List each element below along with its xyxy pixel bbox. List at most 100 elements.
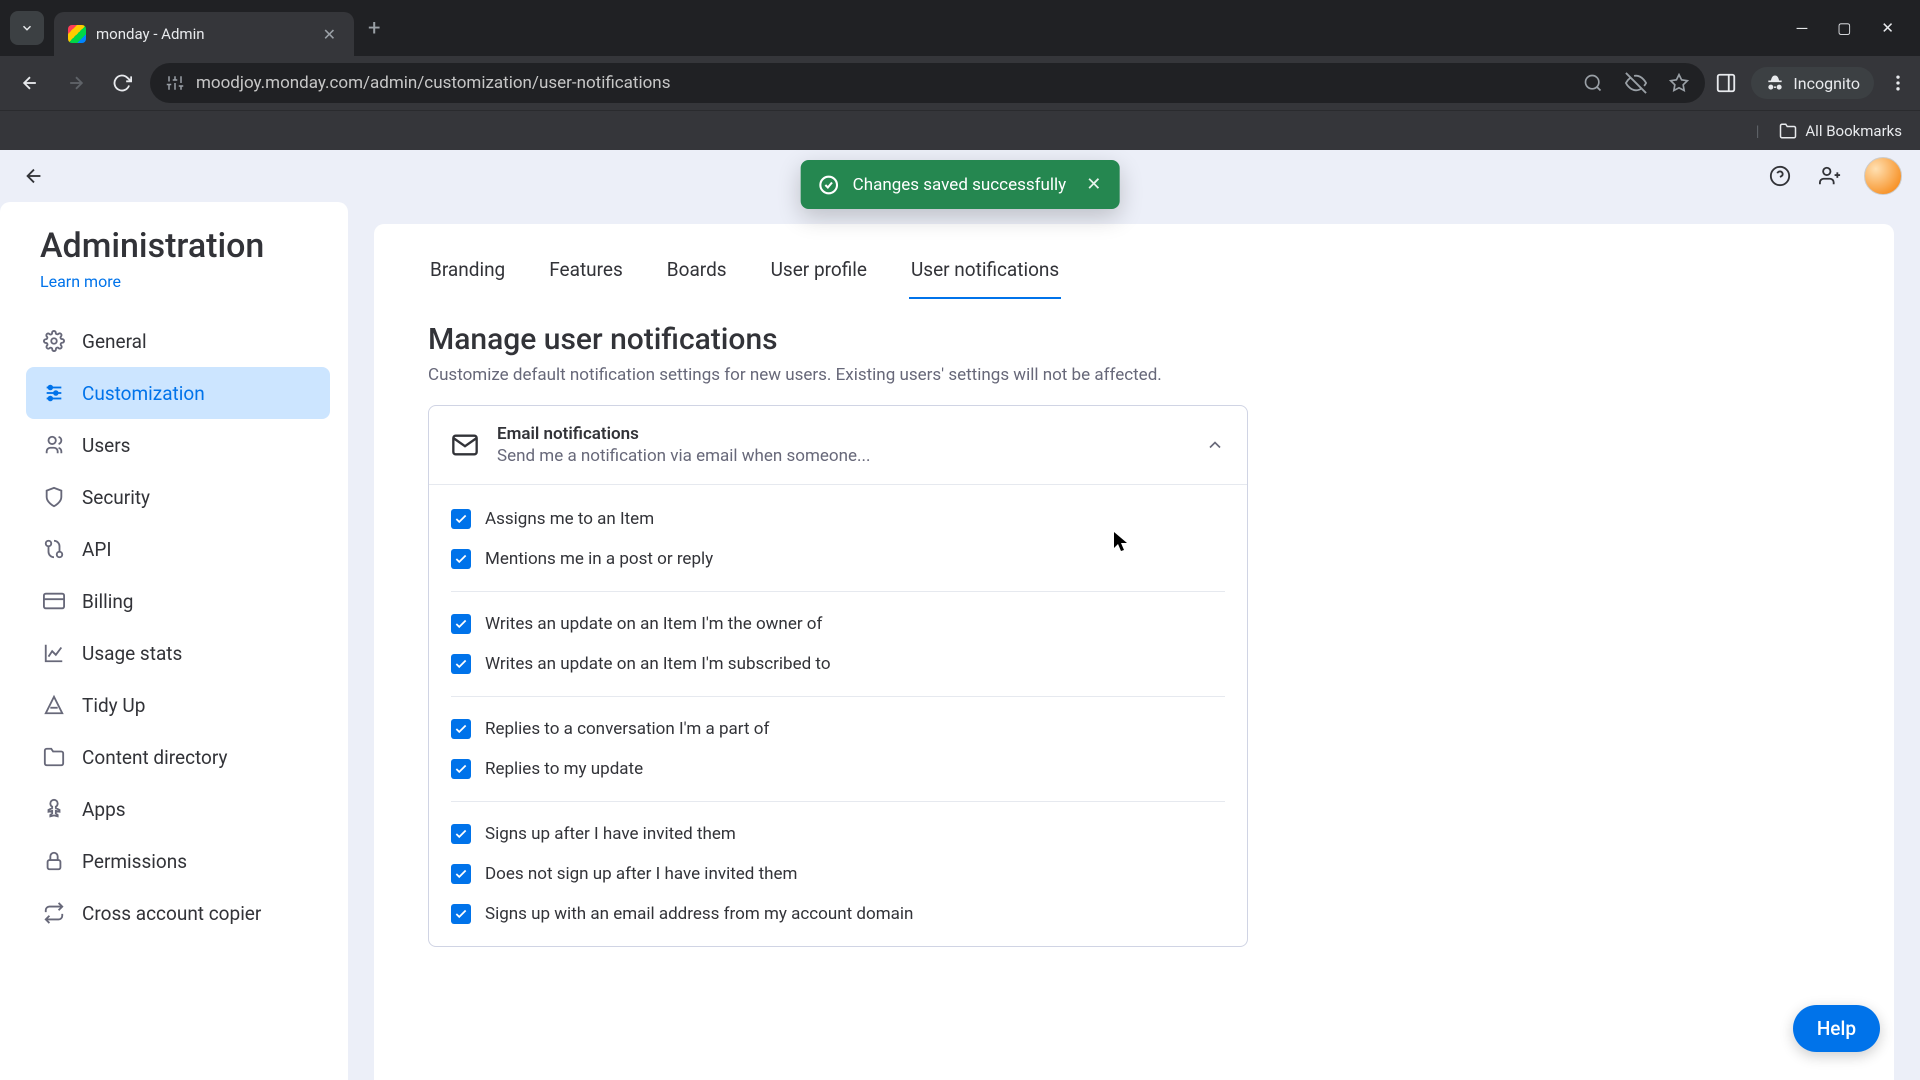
app-viewport: Changes saved successfully ✕ Administrat… bbox=[0, 150, 1920, 1080]
sidebar-item-apps[interactable]: Apps bbox=[26, 783, 330, 835]
browser-menu-icon[interactable] bbox=[1888, 73, 1908, 93]
close-window-button[interactable]: ✕ bbox=[1881, 19, 1894, 37]
group-divider bbox=[451, 696, 1225, 697]
arrow-left-icon bbox=[23, 165, 45, 187]
sidebar-item-customization[interactable]: Customization bbox=[26, 367, 330, 419]
shield-icon bbox=[42, 485, 66, 509]
checkbox-label: Signs up with an email address from my a… bbox=[485, 904, 913, 924]
all-bookmarks-button[interactable]: All Bookmarks bbox=[1805, 122, 1902, 140]
learn-more-link[interactable]: Learn more bbox=[0, 266, 348, 309]
checkbox-row: Mentions me in a post or reply bbox=[451, 539, 1225, 579]
eye-off-icon[interactable] bbox=[1625, 72, 1647, 94]
question-icon bbox=[1769, 165, 1791, 187]
star-icon[interactable] bbox=[1669, 73, 1689, 93]
tab-boards[interactable]: Boards bbox=[665, 248, 729, 299]
sidebar-item-label: Content directory bbox=[82, 746, 228, 769]
tab-features[interactable]: Features bbox=[547, 248, 625, 299]
checkbox[interactable] bbox=[451, 719, 471, 739]
checkbox[interactable] bbox=[451, 654, 471, 674]
checkbox-label: Replies to my update bbox=[485, 759, 643, 779]
avatar[interactable] bbox=[1864, 157, 1902, 195]
new-tab-button[interactable]: + bbox=[368, 16, 380, 41]
check-circle-icon bbox=[819, 175, 839, 195]
sidebar-item-label: Tidy Up bbox=[82, 694, 145, 717]
side-panel-icon[interactable] bbox=[1715, 72, 1737, 94]
checkbox[interactable] bbox=[451, 614, 471, 634]
swap-icon bbox=[42, 901, 66, 925]
folder-icon bbox=[1779, 122, 1797, 140]
checkbox-label: Writes an update on an Item I'm the owne… bbox=[485, 614, 822, 634]
sidebar-item-tidy-up[interactable]: Tidy Up bbox=[26, 679, 330, 731]
sidebar-item-api[interactable]: API bbox=[26, 523, 330, 575]
address-bar[interactable]: moodjoy.monday.com/admin/customization/u… bbox=[150, 63, 1705, 103]
gear-icon bbox=[42, 329, 66, 353]
checkbox[interactable] bbox=[451, 759, 471, 779]
sliders-icon bbox=[42, 381, 66, 405]
invite-icon-button[interactable] bbox=[1814, 160, 1846, 192]
forward-button[interactable] bbox=[58, 65, 94, 101]
user-plus-icon bbox=[1819, 165, 1841, 187]
sidebar-item-content-directory[interactable]: Content directory bbox=[26, 731, 330, 783]
sidebar-item-cross-account-copier[interactable]: Cross account copier bbox=[26, 887, 330, 939]
minimize-button[interactable]: ─ bbox=[1797, 19, 1808, 37]
favicon-icon bbox=[68, 25, 86, 43]
checkbox[interactable] bbox=[451, 549, 471, 569]
sidebar-item-billing[interactable]: Billing bbox=[26, 575, 330, 627]
chevron-down-icon bbox=[20, 21, 34, 35]
checkbox-row: Writes an update on an Item I'm subscrib… bbox=[451, 644, 1225, 684]
maximize-button[interactable]: ▢ bbox=[1837, 19, 1851, 37]
sidebar-title: Administration bbox=[0, 226, 348, 266]
browser-tab[interactable]: monday - Admin ✕ bbox=[54, 12, 354, 56]
tab-title: monday - Admin bbox=[96, 25, 319, 43]
help-icon-button[interactable] bbox=[1764, 160, 1796, 192]
broom-icon bbox=[42, 693, 66, 717]
browser-toolbar: moodjoy.monday.com/admin/customization/u… bbox=[0, 56, 1920, 110]
browser-tab-strip: monday - Admin ✕ + ─ ▢ ✕ bbox=[0, 0, 1920, 56]
incognito-indicator[interactable]: Incognito bbox=[1751, 67, 1874, 99]
checkbox-label: Does not sign up after I have invited th… bbox=[485, 864, 797, 884]
users-icon bbox=[42, 433, 66, 457]
tab-bar: Branding Features Boards User profile User n… bbox=[374, 224, 1894, 300]
card-header[interactable]: Email notifications Send me a notificati… bbox=[429, 406, 1247, 484]
checkbox[interactable] bbox=[451, 864, 471, 884]
tab-user-profile[interactable]: User profile bbox=[769, 248, 869, 299]
mail-icon bbox=[451, 431, 479, 459]
sidebar-item-label: Apps bbox=[82, 798, 126, 821]
sidebar-item-label: Usage stats bbox=[82, 642, 182, 665]
reload-button[interactable] bbox=[104, 65, 140, 101]
site-settings-icon bbox=[166, 74, 184, 92]
card-icon bbox=[42, 589, 66, 613]
sidebar-item-general[interactable]: General bbox=[26, 315, 330, 367]
sidebar-item-label: General bbox=[82, 330, 147, 353]
tab-close-button[interactable]: ✕ bbox=[319, 23, 340, 46]
tab-branding[interactable]: Branding bbox=[428, 248, 507, 299]
toast-close-button[interactable]: ✕ bbox=[1086, 174, 1101, 195]
checkbox-label: Mentions me in a post or reply bbox=[485, 549, 713, 569]
reload-icon bbox=[112, 73, 132, 93]
incognito-label: Incognito bbox=[1793, 74, 1860, 93]
checkbox[interactable] bbox=[451, 824, 471, 844]
back-button[interactable] bbox=[12, 65, 48, 101]
chart-icon bbox=[42, 641, 66, 665]
app-back-button[interactable] bbox=[18, 160, 50, 192]
sidebar: Administration Learn more General Customi… bbox=[0, 202, 348, 1080]
tab-search-button[interactable] bbox=[10, 11, 44, 45]
section-subtitle: Customize default notification settings … bbox=[374, 365, 1894, 405]
checkbox-row: Assigns me to an Item bbox=[451, 499, 1225, 539]
sidebar-item-security[interactable]: Security bbox=[26, 471, 330, 523]
sidebar-item-usage-stats[interactable]: Usage stats bbox=[26, 627, 330, 679]
checkbox-row: Replies to my update bbox=[451, 749, 1225, 789]
checkbox[interactable] bbox=[451, 904, 471, 924]
checkbox-label: Writes an update on an Item I'm subscrib… bbox=[485, 654, 831, 674]
group-divider bbox=[451, 801, 1225, 802]
checkbox-row: Signs up after I have invited them bbox=[451, 814, 1225, 854]
sidebar-item-permissions[interactable]: Permissions bbox=[26, 835, 330, 887]
card-title: Email notifications bbox=[497, 424, 1187, 444]
help-button[interactable]: Help bbox=[1793, 1005, 1880, 1052]
tab-user-notifications[interactable]: User notifications bbox=[909, 248, 1061, 299]
toast-success: Changes saved successfully ✕ bbox=[801, 160, 1120, 209]
zoom-icon[interactable] bbox=[1583, 73, 1603, 93]
arrow-right-icon bbox=[66, 73, 86, 93]
sidebar-item-users[interactable]: Users bbox=[26, 419, 330, 471]
checkbox[interactable] bbox=[451, 509, 471, 529]
